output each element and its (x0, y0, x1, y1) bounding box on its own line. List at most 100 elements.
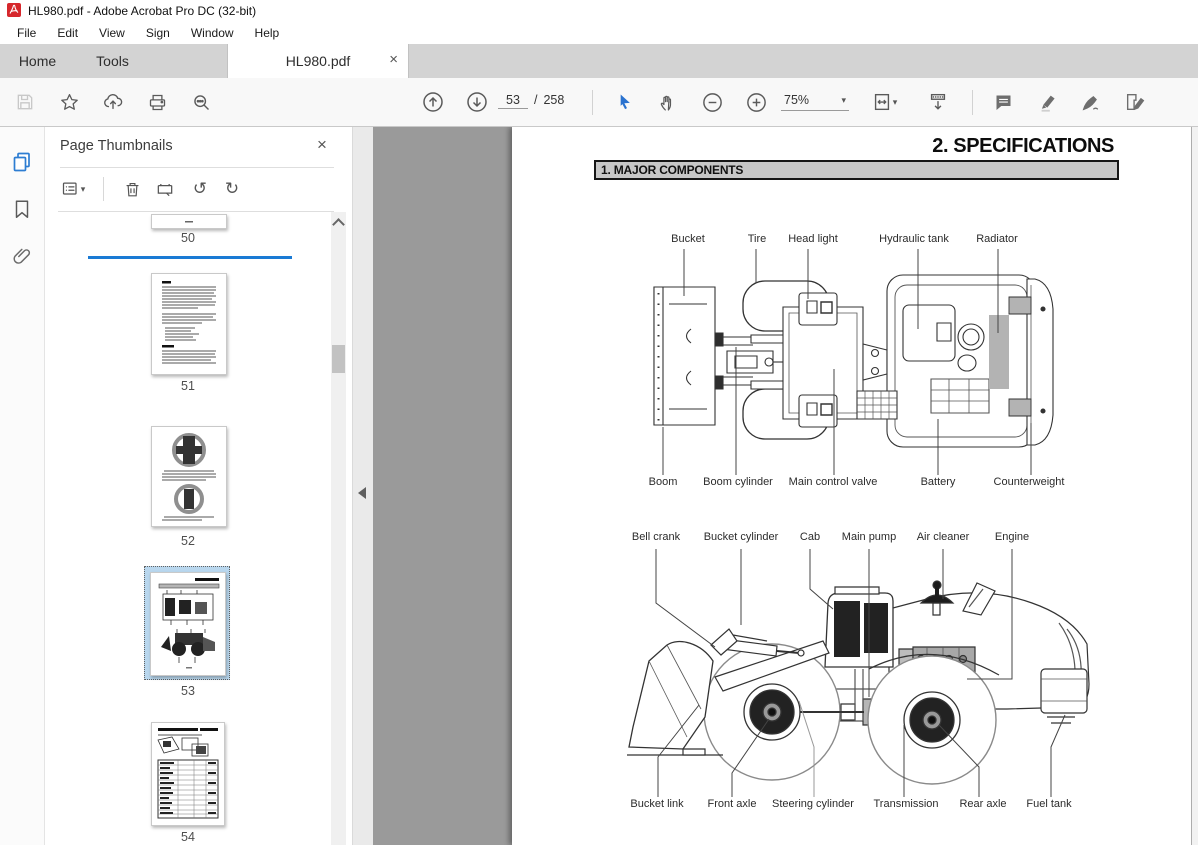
fit-width-dropdown[interactable]: ▾ (862, 85, 906, 119)
toolbar-divider (592, 90, 593, 115)
tab-bar: Home Tools HL980.pdf × (0, 44, 1198, 78)
page-scrolling-button[interactable] (921, 85, 955, 119)
pdf-page: 2. SPECIFICATIONS 1. MAJOR COMPONENTS Bu… (512, 127, 1193, 845)
chapter-title: 2. SPECIFICATIONS (932, 135, 1114, 158)
panel-divider (58, 211, 334, 212)
panel-divider (60, 167, 334, 168)
hand-tool-button[interactable] (650, 85, 684, 119)
chevron-down-icon: ▾ (893, 97, 898, 108)
panel-title: Page Thumbnails (60, 138, 173, 154)
tab-close-icon[interactable]: × (389, 51, 398, 69)
page-number-input[interactable] (498, 92, 528, 109)
part-label-cab: Cab (800, 531, 820, 543)
part-label-engine: Engine (995, 531, 1029, 543)
chevron-down-icon: ▾ (841, 95, 846, 106)
scrollbar-thumb[interactable] (332, 345, 345, 373)
page-thumbnails-panel-icon[interactable] (9, 149, 35, 175)
thumbnail-page-52[interactable] (151, 426, 227, 527)
part-label-boom: Boom (649, 476, 678, 488)
thumbnail-selected-highlight (144, 566, 230, 680)
save-button[interactable] (8, 85, 42, 119)
highlight-tool-button[interactable] (1031, 85, 1065, 119)
print-button[interactable] (140, 85, 174, 119)
share-cloud-button[interactable] (96, 85, 130, 119)
menu-window[interactable]: Window (181, 23, 245, 43)
part-label-front-axle: Front axle (708, 798, 757, 810)
main-area: Page Thumbnails × ▾ ↺ ↻ 50 (0, 127, 1198, 845)
star-button[interactable] (52, 85, 86, 119)
thumbnail-label: 51 (145, 379, 231, 393)
part-label-fuel-tank: Fuel tank (1026, 798, 1071, 810)
part-label-main-pump: Main pump (842, 531, 896, 543)
crop-pages-button[interactable] (150, 176, 180, 202)
thumbnail-page-51[interactable] (151, 273, 227, 375)
side-view-diagram (627, 549, 1111, 797)
menu-view[interactable]: View (89, 23, 136, 43)
part-label-bucket-link: Bucket link (630, 798, 683, 810)
zoom-out-button[interactable] (695, 85, 729, 119)
part-label-transmission: Transmission (874, 798, 939, 810)
menu-help[interactable]: Help (245, 23, 291, 43)
thumbnail-page-54[interactable] (151, 722, 225, 826)
tab-document-label: HL980.pdf (286, 53, 351, 69)
main-toolbar: / 258 75% ▾ ▾ (0, 78, 1198, 127)
select-tool-button[interactable] (607, 85, 641, 119)
panel-collapse-strip[interactable] (352, 127, 373, 845)
sign-tool-button[interactable] (1074, 85, 1108, 119)
thumbnail-label: 53 (145, 684, 231, 698)
part-label-air-cleaner: Air cleaner (917, 531, 970, 543)
toolbar-divider (972, 90, 973, 115)
document-scrollbar[interactable] (1191, 127, 1198, 845)
page-separator: / (534, 93, 537, 107)
comment-tool-button[interactable] (986, 85, 1020, 119)
collapse-panel-icon[interactable] (358, 487, 366, 499)
delete-pages-button[interactable] (117, 176, 147, 202)
document-area: 2. SPECIFICATIONS 1. MAJOR COMPONENTS Bu… (373, 127, 1198, 845)
thumbnail-page-53[interactable] (150, 572, 226, 676)
part-label-hydraulic-tank: Hydraulic tank (879, 233, 949, 245)
window-title: HL980.pdf - Adobe Acrobat Pro DC (32-bit… (28, 4, 256, 18)
scroll-up-icon[interactable] (332, 218, 345, 231)
zoom-in-button[interactable] (739, 85, 773, 119)
bookmarks-panel-icon[interactable] (9, 196, 35, 222)
tab-spacer (150, 44, 227, 78)
search-button[interactable] (184, 85, 218, 119)
attachments-panel-icon[interactable] (9, 243, 35, 269)
previous-page-button[interactable] (416, 85, 450, 119)
thumbnail-options-menu[interactable]: ▾ (58, 176, 88, 202)
tab-home[interactable]: Home (0, 44, 75, 78)
part-label-counterweight: Counterweight (994, 476, 1065, 488)
rotate-right-button[interactable]: ↻ (217, 176, 247, 202)
menu-file[interactable]: File (7, 23, 47, 43)
thumbnail-label: 54 (145, 830, 231, 844)
rotate-left-button[interactable]: ↺ (185, 176, 215, 202)
page-insert-indicator (88, 256, 292, 259)
thumbnails-scrollbar[interactable] (331, 212, 346, 845)
zoom-level-dropdown[interactable]: 75% ▾ (781, 92, 849, 111)
part-label-main-control-valve: Main control valve (789, 476, 878, 488)
part-label-battery: Battery (921, 476, 956, 488)
zoom-level-value: 75% (784, 93, 809, 107)
page-total: 258 (543, 93, 564, 107)
tab-tools[interactable]: Tools (75, 44, 150, 78)
thumbnails-panel: Page Thumbnails × ▾ ↺ ↻ 50 (45, 127, 352, 845)
panel-close-icon[interactable]: × (317, 135, 327, 155)
tab-document[interactable]: HL980.pdf × (227, 44, 409, 78)
left-rail (0, 127, 45, 845)
menu-edit[interactable]: Edit (47, 23, 89, 43)
thumbnail-label: 52 (145, 534, 231, 548)
section-title-bar: 1. MAJOR COMPONENTS (594, 160, 1119, 180)
next-page-button[interactable] (460, 85, 494, 119)
page-navigation: / 258 (498, 92, 564, 109)
menu-sign[interactable]: Sign (136, 23, 181, 43)
thumbnail-label: 50 (145, 231, 231, 245)
edit-pdf-tool-button[interactable] (1118, 85, 1152, 119)
thumbnail-page-50[interactable] (151, 214, 227, 229)
part-label-steering-cylinder: Steering cylinder (772, 798, 854, 810)
part-label-rear-axle: Rear axle (959, 798, 1006, 810)
part-label-bell-crank: Bell crank (632, 531, 680, 543)
chevron-down-icon: ▾ (81, 184, 86, 195)
menu-bar: File Edit View Sign Window Help (0, 22, 1198, 44)
part-label-tire: Tire (748, 233, 767, 245)
panel-toolbar-divider (103, 177, 104, 201)
